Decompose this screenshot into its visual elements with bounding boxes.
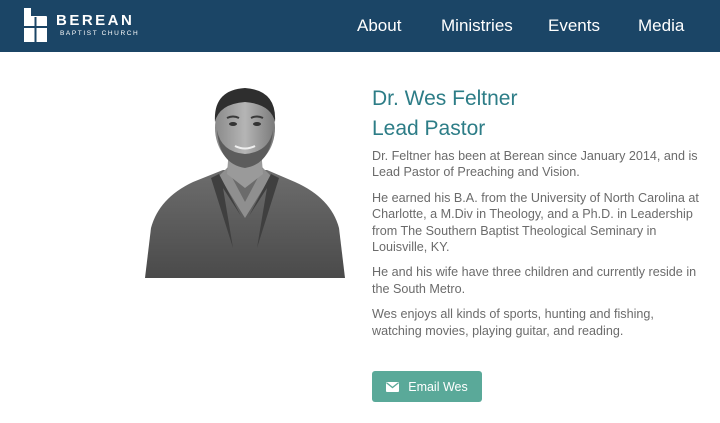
bio-paragraph: Dr. Feltner has been at Berean since Jan… <box>372 149 698 180</box>
pastor-name: Dr. Wes Feltner <box>372 87 518 110</box>
email-button-label: Email Wes <box>408 379 468 394</box>
logo-name: BEREAN <box>56 12 135 29</box>
berean-logo[interactable]: BEREAN BAPTIST CHURCH <box>22 8 139 42</box>
email-wes-button[interactable]: Email Wes <box>372 371 482 402</box>
church-logo-icon <box>24 8 47 42</box>
mail-icon <box>386 381 400 392</box>
top-navbar: BEREAN BAPTIST CHURCH About Ministries E… <box>0 0 720 52</box>
pastor-bio: Dr. Feltner has been at Berean since Jan… <box>372 148 702 348</box>
nav-media[interactable]: Media <box>638 16 684 36</box>
profile-heading: Dr. Wes Feltner Lead Pastor <box>372 84 517 144</box>
bio-paragraph: Wes enjoys all kinds of sports, hunting … <box>372 307 654 338</box>
nav-about[interactable]: About <box>357 16 401 36</box>
logo-subtitle: BAPTIST CHURCH <box>60 30 140 37</box>
nav-events[interactable]: Events <box>548 16 600 36</box>
portrait-image <box>145 88 345 278</box>
nav-ministries[interactable]: Ministries <box>441 16 513 36</box>
pastor-role: Lead Pastor <box>372 117 486 140</box>
pastor-portrait <box>145 78 345 278</box>
bio-paragraph: He earned his B.A. from the University o… <box>372 190 699 255</box>
logo-wordmark: BEREAN BAPTIST CHURCH <box>56 12 139 38</box>
bio-paragraph: He and his wife have three children and … <box>372 265 697 296</box>
